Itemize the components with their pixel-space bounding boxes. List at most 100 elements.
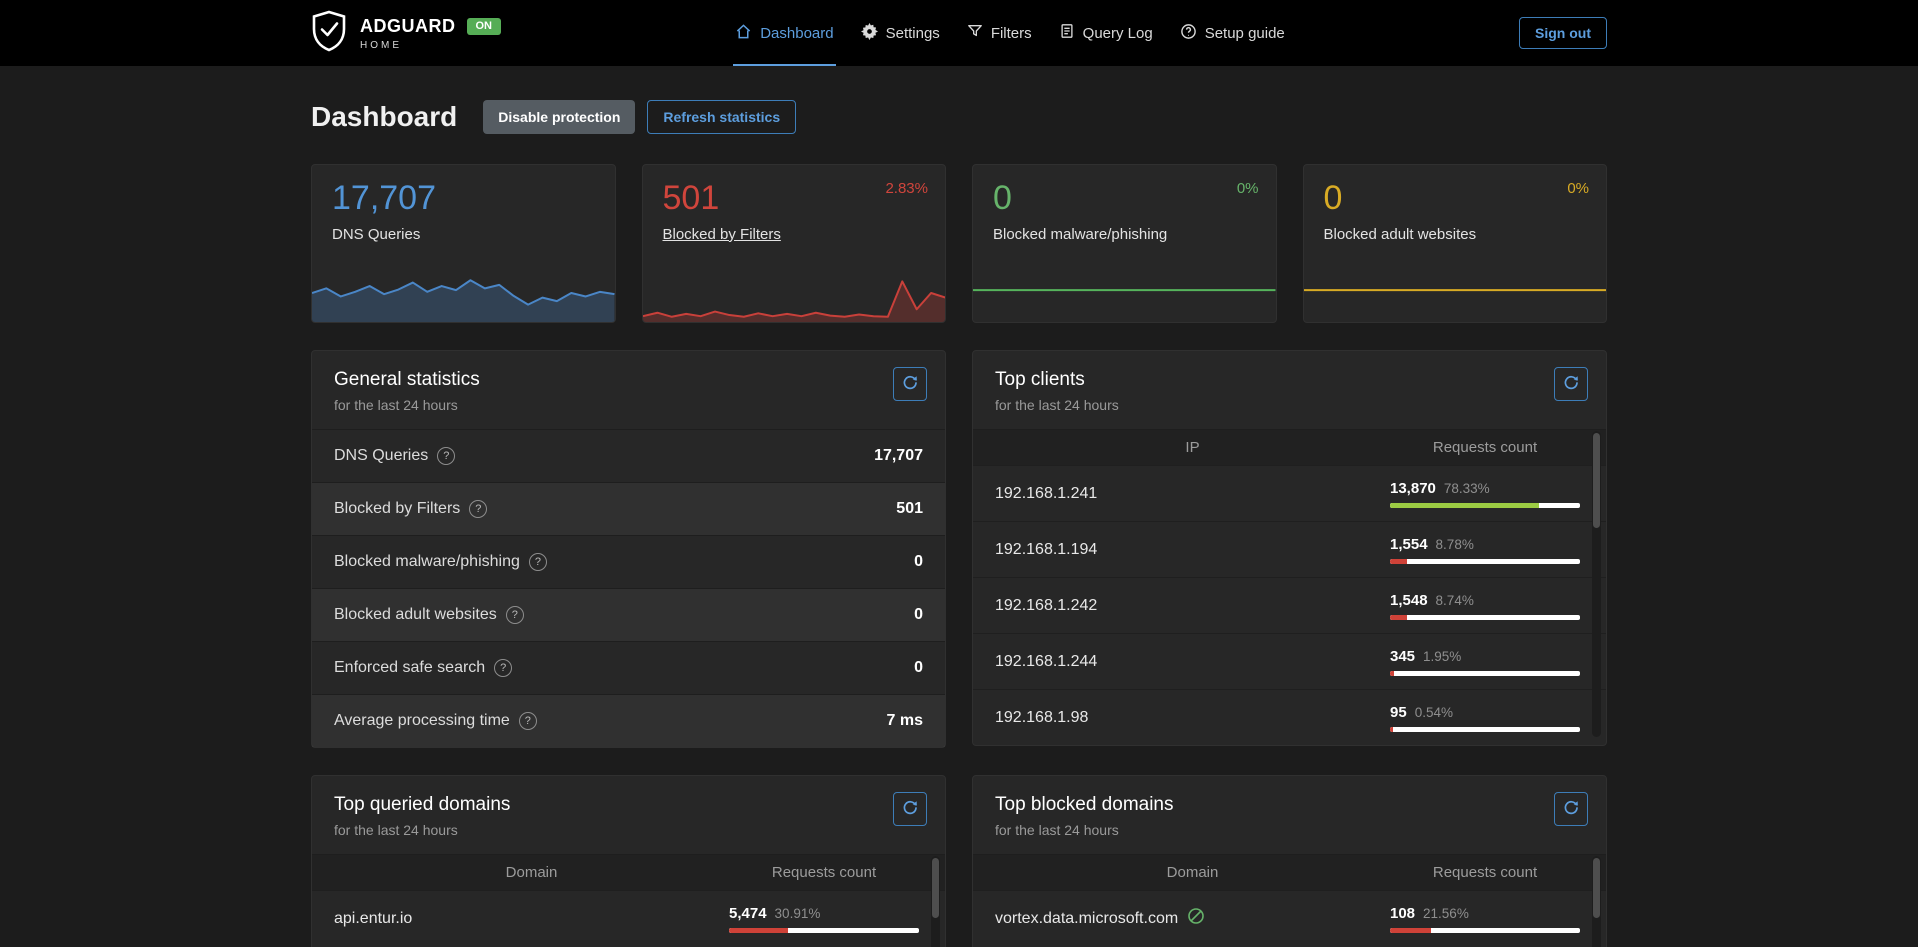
top-clients-card: Top clients for the last 24 hours IP Req… bbox=[972, 350, 1607, 746]
request-percent: 30.91% bbox=[775, 906, 821, 921]
table-row: Blocked by Filters ? 501 bbox=[312, 482, 945, 535]
domain-text: vortex.data.microsoft.com bbox=[995, 910, 1178, 928]
blocked-by-filters-link[interactable]: Blocked by Filters bbox=[663, 226, 781, 243]
card-title: Top blocked domains bbox=[995, 794, 1584, 816]
unblock-circle-slash-icon[interactable] bbox=[1187, 907, 1205, 930]
adguard-home-logo[interactable]: ADGUARD ON HOME bbox=[311, 10, 501, 57]
blocked-adult-card: 0% 0 Blocked adult websites bbox=[1303, 164, 1608, 323]
home-icon bbox=[735, 23, 752, 44]
column-header-requests: Requests count bbox=[729, 864, 919, 881]
column-header-requests: Requests count bbox=[1390, 864, 1580, 881]
dns-queries-sparkline bbox=[312, 264, 615, 322]
refresh-button[interactable] bbox=[893, 367, 927, 401]
table-row: 192.168.1.98 95 0.54% bbox=[973, 689, 1606, 745]
client-ip-link[interactable]: 192.168.1.98 bbox=[995, 709, 1390, 727]
row-value: 7 ms bbox=[887, 712, 923, 730]
client-ip-link[interactable]: 192.168.1.244 bbox=[995, 653, 1390, 671]
scrollbar-thumb[interactable] bbox=[1593, 433, 1600, 528]
requests-cell: 1,548 8.74% bbox=[1390, 592, 1580, 620]
row-label: DNS Queries bbox=[334, 447, 428, 465]
progress-bar bbox=[1390, 727, 1580, 732]
nav-item-settings[interactable]: Settings bbox=[861, 0, 940, 66]
request-percent: 8.74% bbox=[1436, 593, 1474, 608]
nav-label: Query Log bbox=[1083, 25, 1153, 42]
blocked-malware-percent-badge: 0% bbox=[1237, 180, 1259, 197]
refresh-statistics-button[interactable]: Refresh statistics bbox=[647, 100, 796, 134]
card-subtitle: for the last 24 hours bbox=[995, 822, 1584, 838]
help-icon[interactable]: ? bbox=[506, 606, 524, 624]
sign-out-button[interactable]: Sign out bbox=[1519, 17, 1607, 49]
request-percent: 0.54% bbox=[1415, 705, 1453, 720]
progress-bar-fill bbox=[1390, 559, 1407, 564]
top-queried-table: api.entur.io 5,474 30.91% bbox=[312, 890, 945, 946]
column-header-domain: Domain bbox=[995, 864, 1390, 881]
scrollbar-track[interactable] bbox=[931, 856, 940, 947]
column-header-domain: Domain bbox=[334, 864, 729, 881]
progress-bar-fill bbox=[1390, 727, 1393, 732]
document-icon bbox=[1059, 23, 1075, 43]
request-count: 13,870 bbox=[1390, 480, 1436, 497]
progress-bar-fill bbox=[1390, 615, 1407, 620]
blocked-by-filters-percent-badge: 2.83% bbox=[885, 180, 928, 197]
help-icon[interactable]: ? bbox=[519, 712, 537, 730]
protection-status-badge: ON bbox=[467, 18, 502, 35]
nav-item-filters[interactable]: Filters bbox=[967, 0, 1032, 66]
help-icon[interactable]: ? bbox=[469, 500, 487, 518]
requests-cell: 5,474 30.91% bbox=[729, 905, 919, 933]
row-label: Enforced safe search bbox=[334, 659, 485, 677]
request-count: 5,474 bbox=[729, 905, 767, 922]
table-header: Domain Requests count bbox=[312, 854, 945, 890]
question-circle-icon bbox=[1180, 23, 1197, 44]
requests-cell: 108 21.56% bbox=[1390, 905, 1580, 933]
refresh-icon bbox=[1563, 375, 1579, 394]
refresh-icon bbox=[902, 800, 918, 819]
row-label: Blocked by Filters bbox=[334, 500, 460, 518]
table-header: Domain Requests count bbox=[973, 854, 1606, 890]
progress-bar bbox=[729, 928, 919, 933]
table-row: 192.168.1.194 1,554 8.78% bbox=[973, 521, 1606, 577]
request-percent: 8.78% bbox=[1436, 537, 1474, 552]
row-label: Average processing time bbox=[334, 712, 510, 730]
client-ip-link[interactable]: 192.168.1.241 bbox=[995, 485, 1390, 503]
progress-bar-fill bbox=[1390, 503, 1539, 508]
request-count: 345 bbox=[1390, 648, 1415, 665]
blocked-adult-sparkline bbox=[1304, 264, 1607, 322]
domain-link[interactable]: api.entur.io bbox=[334, 910, 729, 928]
dns-queries-card: 17,707 DNS Queries bbox=[311, 164, 616, 323]
nav-label: Settings bbox=[886, 25, 940, 42]
progress-bar-fill bbox=[729, 928, 788, 933]
scrollbar-thumb[interactable] bbox=[1593, 858, 1600, 918]
progress-bar bbox=[1390, 559, 1580, 564]
client-ip-link[interactable]: 192.168.1.242 bbox=[995, 597, 1390, 615]
domain-link[interactable]: vortex.data.microsoft.com bbox=[995, 907, 1390, 930]
refresh-button[interactable] bbox=[1554, 792, 1588, 826]
row-label: Blocked adult websites bbox=[334, 606, 497, 624]
nav-item-query-log[interactable]: Query Log bbox=[1059, 0, 1153, 66]
top-blocked-table: vortex.data.microsoft.com 108 21.56% bbox=[973, 890, 1606, 946]
card-subtitle: for the last 24 hours bbox=[334, 822, 923, 838]
help-icon[interactable]: ? bbox=[529, 553, 547, 571]
help-icon[interactable]: ? bbox=[494, 659, 512, 677]
progress-bar bbox=[1390, 503, 1580, 508]
scrollbar-thumb[interactable] bbox=[932, 858, 939, 918]
refresh-button[interactable] bbox=[893, 792, 927, 826]
scrollbar-track[interactable] bbox=[1592, 856, 1601, 947]
request-count: 95 bbox=[1390, 704, 1407, 721]
blocked-malware-card: 0% 0 Blocked malware/phishing bbox=[972, 164, 1277, 323]
request-count: 1,554 bbox=[1390, 536, 1428, 553]
general-statistics-card: General statistics for the last 24 hours… bbox=[311, 350, 946, 748]
card-subtitle: for the last 24 hours bbox=[995, 397, 1584, 413]
scrollbar-track[interactable] bbox=[1592, 431, 1601, 737]
refresh-button[interactable] bbox=[1554, 367, 1588, 401]
disable-protection-button[interactable]: Disable protection bbox=[483, 100, 635, 134]
table-row: DNS Queries ? 17,707 bbox=[312, 429, 945, 482]
column-header-ip: IP bbox=[995, 439, 1390, 456]
table-row: Blocked malware/phishing ? 0 bbox=[312, 535, 945, 588]
client-ip-link[interactable]: 192.168.1.194 bbox=[995, 541, 1390, 559]
table-row: 192.168.1.241 13,870 78.33% bbox=[973, 465, 1606, 521]
nav-item-dashboard[interactable]: Dashboard bbox=[735, 0, 833, 66]
refresh-icon bbox=[902, 375, 918, 394]
row-value: 0 bbox=[914, 553, 923, 571]
help-icon[interactable]: ? bbox=[437, 447, 455, 465]
nav-item-setup-guide[interactable]: Setup guide bbox=[1180, 0, 1285, 66]
